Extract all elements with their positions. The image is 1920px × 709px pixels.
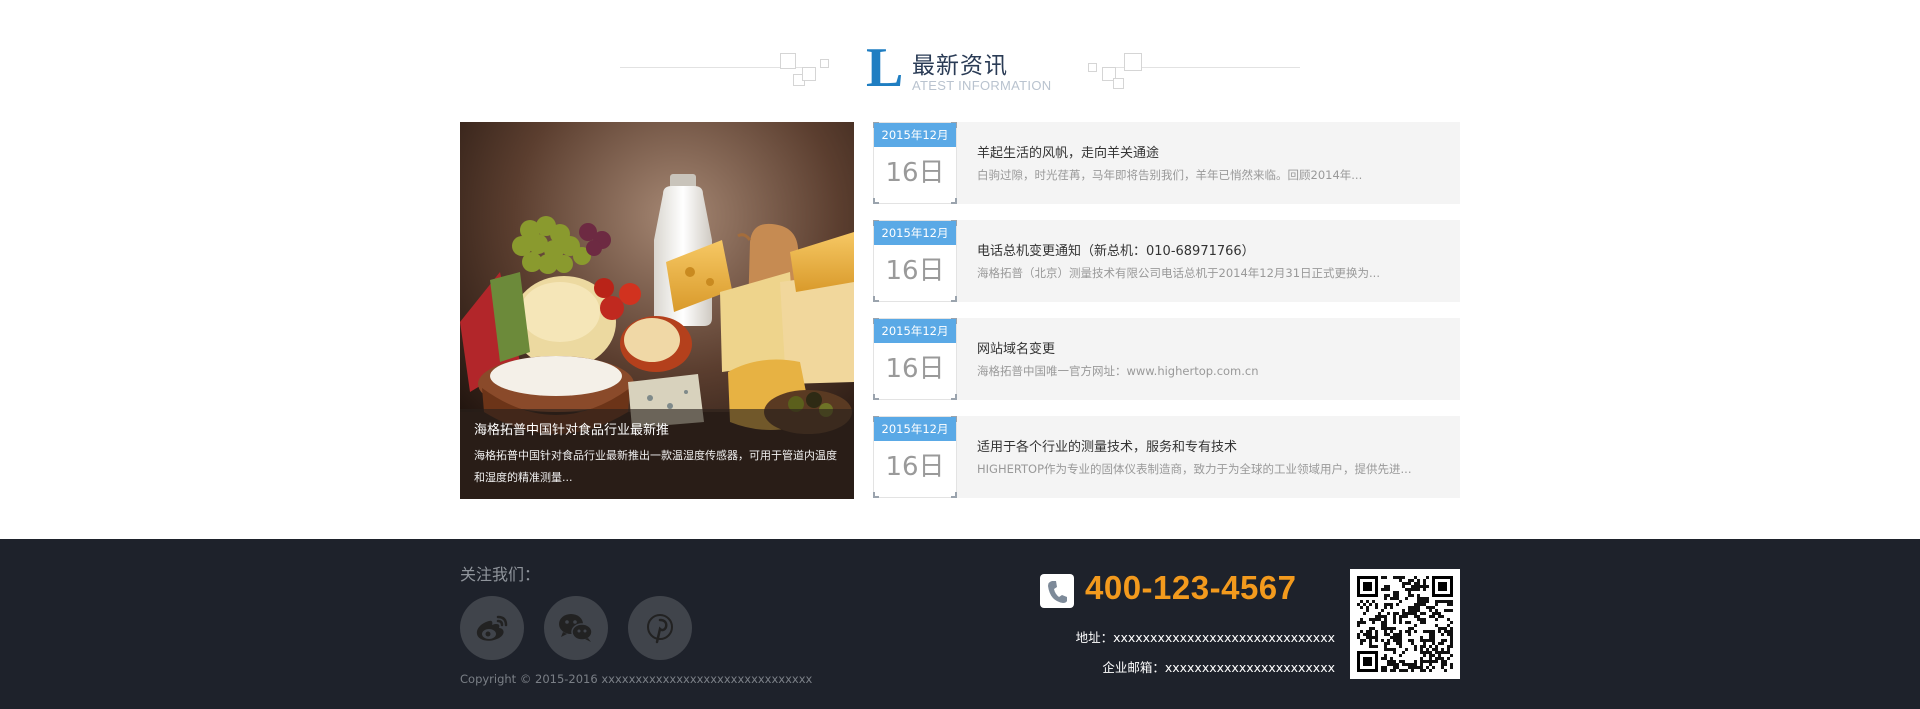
wechat-icon bbox=[559, 614, 593, 642]
date-box: 2015年12月 16日 bbox=[873, 220, 957, 302]
pinterest-button[interactable] bbox=[628, 596, 692, 660]
decor-square bbox=[1124, 53, 1142, 71]
section-header: L 最新资讯 ATEST INFORMATION bbox=[0, 0, 1920, 110]
section-subtitle: ATEST INFORMATION bbox=[912, 78, 1052, 93]
phone-icon bbox=[1040, 574, 1074, 608]
news-title[interactable]: 适用于各个行业的测量技术，服务和专有技术 bbox=[977, 436, 1237, 455]
decor-square bbox=[802, 67, 816, 81]
date-box: 2015年12月 16日 bbox=[873, 416, 957, 498]
news-desc: 海格拓普中国唯一官方网址：www.highertop.com.cn bbox=[977, 364, 1259, 378]
decor-square bbox=[820, 59, 829, 68]
hotline-number[interactable]: 400-123-4567 bbox=[1085, 569, 1297, 607]
news-title[interactable]: 网站域名变更 bbox=[977, 338, 1055, 357]
date-day: 16日 bbox=[885, 354, 945, 384]
date-month: 2015年12月 bbox=[874, 319, 956, 343]
pinterest-icon bbox=[647, 614, 673, 644]
featured-title[interactable]: 海格拓普中国针对食品行业最新推 bbox=[474, 421, 840, 441]
email-text: 企业邮箱：xxxxxxxxxxxxxxxxxxxxxxx bbox=[1102, 660, 1335, 675]
news-item[interactable]: 2015年12月 16日 适用于各个行业的测量技术，服务和专有技术 HIGHER… bbox=[873, 416, 1460, 498]
date-month: 2015年12月 bbox=[874, 123, 956, 147]
site-footer: 关注我们： Copyright © 2015-2016 xxxxxxxxxxxx… bbox=[0, 539, 1920, 709]
date-month: 2015年12月 bbox=[874, 417, 956, 441]
news-desc: 白驹过隙，时光荏苒，马年即将告别我们，羊年已悄然来临。回顾2014年... bbox=[977, 168, 1363, 182]
wechat-button[interactable] bbox=[544, 596, 608, 660]
decor-square bbox=[780, 53, 796, 69]
svg-text:L: L bbox=[866, 40, 903, 92]
qr-code bbox=[1350, 569, 1460, 679]
copyright-text: Copyright © 2015-2016 xxxxxxxxxxxxxxxxxx… bbox=[460, 672, 813, 686]
decor-square bbox=[1088, 63, 1097, 72]
date-day: 16日 bbox=[885, 452, 945, 482]
date-day: 16日 bbox=[885, 158, 945, 188]
featured-desc: 海格拓普中国针对食品行业最新推出一款温湿度传感器，可用于管道内温度和湿度的精准测… bbox=[474, 449, 837, 484]
featured-news-card[interactable]: 海格拓普中国针对食品行业最新推 海格拓普中国针对食品行业最新推出一款温湿度传感器… bbox=[460, 122, 854, 499]
news-item[interactable]: 2015年12月 16日 羊起生活的风帆，走向羊关通途 白驹过隙，时光荏苒，马年… bbox=[873, 122, 1460, 204]
follow-us-label: 关注我们： bbox=[460, 565, 541, 584]
decor-square bbox=[1113, 78, 1124, 89]
weibo-button[interactable] bbox=[460, 596, 524, 660]
section-title: 最新资讯 bbox=[912, 53, 1008, 79]
weibo-icon bbox=[476, 615, 508, 641]
date-day: 16日 bbox=[885, 256, 945, 286]
address-text: 地址：xxxxxxxxxxxxxxxxxxxxxxxxxxxxxx bbox=[1075, 630, 1335, 645]
date-box: 2015年12月 16日 bbox=[873, 122, 957, 204]
date-box: 2015年12月 16日 bbox=[873, 318, 957, 400]
news-title[interactable]: 电话总机变更通知（新总机：010-68971766） bbox=[977, 240, 1255, 259]
news-item[interactable]: 2015年12月 16日 网站域名变更 海格拓普中国唯一官方网址：www.hig… bbox=[873, 318, 1460, 400]
news-item[interactable]: 2015年12月 16日 电话总机变更通知（新总机：010-68971766） … bbox=[873, 220, 1460, 302]
date-month: 2015年12月 bbox=[874, 221, 956, 245]
news-title[interactable]: 羊起生活的风帆，走向羊关通途 bbox=[977, 142, 1159, 161]
news-desc: HIGHERTOP作为专业的固体仪表制造商，致力于为全球的工业领域用户，提供先进… bbox=[977, 462, 1412, 476]
news-desc: 海格拓普（北京）测量技术有限公司电话总机于2014年12月31日正式更换为... bbox=[977, 266, 1380, 280]
title-letter-l: L bbox=[866, 40, 903, 92]
featured-caption: 海格拓普中国针对食品行业最新推 海格拓普中国针对食品行业最新推出一款温湿度传感器… bbox=[460, 409, 854, 499]
